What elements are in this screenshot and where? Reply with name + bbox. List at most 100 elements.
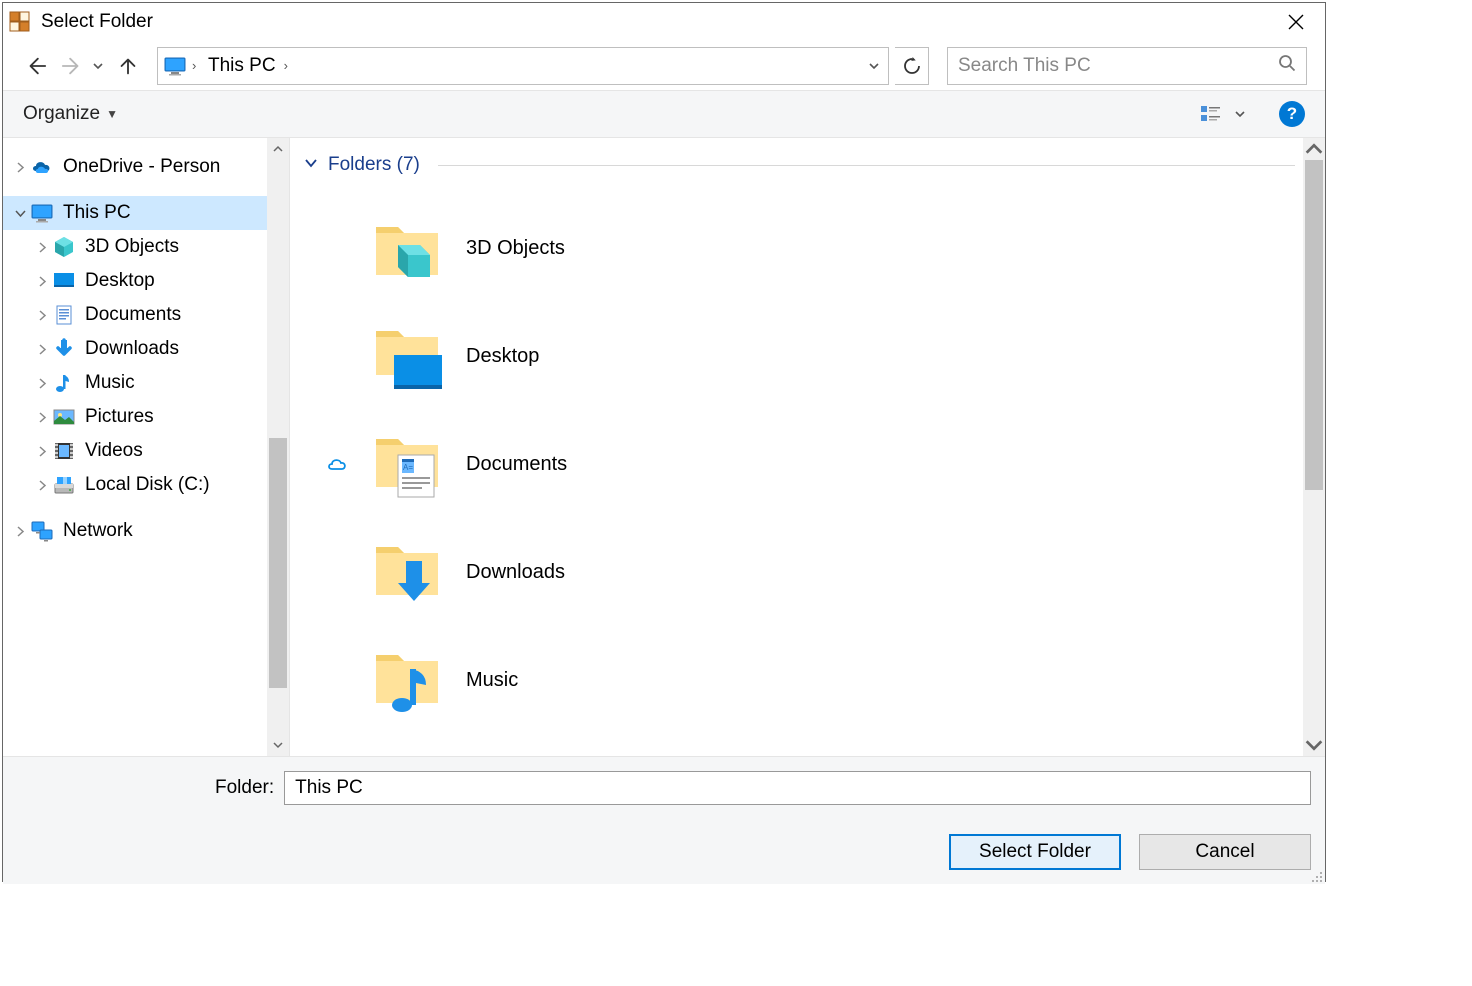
back-button[interactable] (21, 51, 51, 81)
folder-label: Downloads (466, 561, 565, 584)
expand-icon[interactable] (33, 480, 51, 491)
expand-icon[interactable] (33, 344, 51, 355)
tree-item-label: Documents (85, 304, 181, 326)
tree-item-this-pc[interactable]: This PC (3, 196, 267, 230)
tree-item-label: Downloads (85, 338, 179, 360)
change-view-button[interactable] (1193, 99, 1229, 129)
this-pc-icon (29, 200, 55, 226)
titlebar: Select Folder (3, 3, 1325, 41)
disk-icon (51, 472, 77, 498)
expand-icon[interactable] (33, 276, 51, 287)
navigation-tree: OneDrive - Person This PC 3D Objects (3, 138, 289, 756)
address-bar[interactable]: › This PC › (157, 47, 889, 85)
folder-label: Desktop (466, 345, 539, 368)
up-button[interactable] (113, 51, 143, 81)
folder-item-music[interactable]: Music (322, 626, 1295, 734)
tree-item-documents[interactable]: Documents (3, 298, 267, 332)
folder-desktop-icon (370, 317, 448, 395)
this-pc-icon (158, 48, 192, 84)
desktop-icon (51, 268, 77, 294)
dialog-body: OneDrive - Person This PC 3D Objects (3, 138, 1325, 756)
tree-item-label: Music (85, 372, 135, 394)
tree-item-desktop[interactable]: Desktop (3, 264, 267, 298)
tree-item-label: Pictures (85, 406, 154, 428)
tree-item-label: OneDrive - Person (63, 156, 220, 178)
search-box[interactable] (947, 47, 1307, 85)
folder-name-input[interactable] (284, 771, 1311, 805)
folder-item-desktop[interactable]: Desktop (322, 302, 1295, 410)
chevron-down-icon: ▼ (106, 107, 118, 121)
search-input[interactable] (958, 55, 1278, 77)
address-history-dropdown[interactable] (860, 60, 888, 72)
folder-label: Documents (466, 453, 567, 476)
window-title: Select Folder (41, 11, 1273, 33)
folder-music-icon (370, 641, 448, 719)
expand-icon[interactable] (33, 412, 51, 423)
collapse-icon[interactable] (11, 208, 29, 219)
tree-item-label: Videos (85, 440, 143, 462)
pictures-icon (51, 404, 77, 430)
cube-icon (51, 234, 77, 260)
network-icon (29, 518, 55, 544)
expand-icon[interactable] (11, 162, 29, 173)
tree-item-label: Desktop (85, 270, 155, 292)
refresh-button[interactable] (895, 47, 929, 85)
tree-item-3d-objects[interactable]: 3D Objects (3, 230, 267, 264)
group-header-folders[interactable]: Folders (7) (298, 154, 1295, 176)
scroll-down-icon[interactable] (267, 734, 289, 756)
tree-scrollbar[interactable] (267, 138, 289, 756)
tree-item-label: This PC (63, 202, 131, 224)
recent-locations-button[interactable] (89, 51, 107, 81)
tree-item-local-disk[interactable]: Local Disk (C:) (3, 468, 267, 502)
downloads-icon (51, 336, 77, 362)
cloud-status-icon (322, 455, 352, 473)
tree-item-network[interactable]: Network (3, 514, 267, 548)
close-button[interactable] (1273, 6, 1319, 38)
scroll-up-icon[interactable] (1303, 138, 1325, 160)
expand-icon[interactable] (33, 242, 51, 253)
folder-3d-icon (370, 209, 448, 287)
dialog-window: Select Folder › This PC › (2, 2, 1326, 882)
scroll-thumb[interactable] (1305, 160, 1323, 490)
svg-text:A=: A= (403, 463, 413, 472)
help-button[interactable]: ? (1279, 101, 1305, 127)
expand-icon[interactable] (33, 378, 51, 389)
scroll-down-icon[interactable] (1303, 734, 1325, 756)
toolbar: Organize ▼ ? (3, 90, 1325, 138)
tree-item-pictures[interactable]: Pictures (3, 400, 267, 434)
folder-item-3d-objects[interactable]: 3D Objects (322, 194, 1295, 302)
tree-item-music[interactable]: Music (3, 366, 267, 400)
expand-icon[interactable] (11, 526, 29, 537)
forward-button[interactable] (57, 51, 87, 81)
breadcrumb-segment[interactable]: This PC (206, 55, 278, 77)
tree-item-downloads[interactable]: Downloads (3, 332, 267, 366)
dialog-footer: Folder: Select Folder Cancel (3, 756, 1325, 884)
tree-item-videos[interactable]: Videos (3, 434, 267, 468)
scroll-thumb[interactable] (269, 438, 287, 688)
view-dropdown-button[interactable] (1229, 108, 1251, 120)
resize-grip[interactable] (1309, 868, 1323, 882)
organize-button[interactable]: Organize ▼ (23, 103, 118, 125)
folder-item-downloads[interactable]: Downloads (322, 518, 1295, 626)
search-icon (1278, 54, 1296, 77)
tree-item-onedrive[interactable]: OneDrive - Person (3, 150, 267, 184)
button-row: Select Folder Cancel (949, 834, 1311, 870)
collapse-icon[interactable] (304, 154, 318, 176)
expand-icon[interactable] (33, 310, 51, 321)
navigation-bar: › This PC › (3, 41, 1325, 90)
breadcrumb-separator-icon: › (284, 58, 298, 73)
organize-label: Organize (23, 103, 100, 125)
tree-item-label: 3D Objects (85, 236, 179, 258)
tree-item-label: Local Disk (C:) (85, 474, 210, 496)
folder-documents-icon: A= (370, 425, 448, 503)
folder-list: 3D Objects Desktop A (298, 176, 1295, 734)
folder-item-documents[interactable]: A= Documents (322, 410, 1295, 518)
group-label: Folders (7) (328, 154, 420, 176)
breadcrumb-separator-icon: › (192, 58, 206, 73)
expand-icon[interactable] (33, 446, 51, 457)
select-folder-button[interactable]: Select Folder (949, 834, 1121, 870)
folder-label: Music (466, 669, 518, 692)
scroll-up-icon[interactable] (267, 138, 289, 160)
cancel-button[interactable]: Cancel (1139, 834, 1311, 870)
content-scrollbar[interactable] (1303, 138, 1325, 756)
